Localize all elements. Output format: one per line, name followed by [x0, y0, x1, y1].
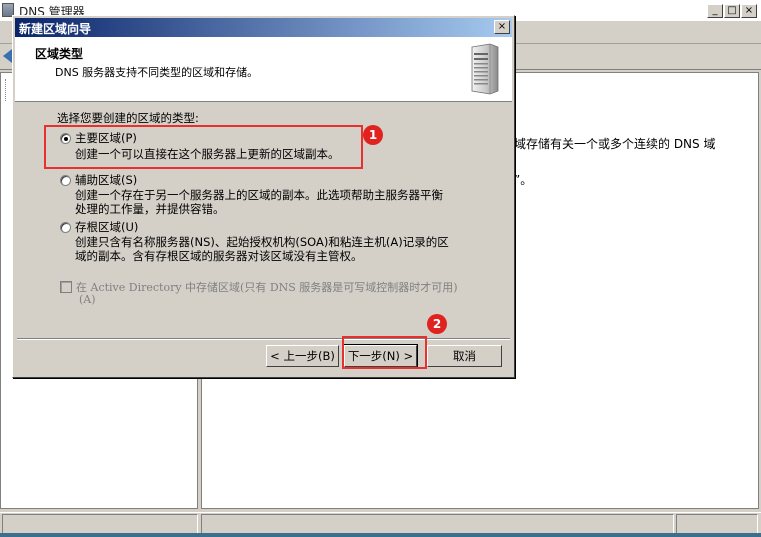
- maximize-button[interactable]: □: [724, 4, 740, 18]
- secondary-zone-radio[interactable]: [60, 175, 71, 186]
- status-segment: [201, 514, 674, 534]
- details-text-line-1: 域存储有关一个或多个连续的 DNS 域: [514, 137, 716, 151]
- back-arrow-icon[interactable]: [3, 49, 12, 63]
- page-subtitle: DNS 服务器支持不同类型的区域和存储。: [55, 66, 259, 79]
- taskbar-edge: [0, 533, 761, 537]
- primary-zone-highlight: [44, 125, 363, 169]
- dialog-titlebar: 新建区域向导 ×: [15, 18, 512, 37]
- stub-zone-description-line-2: 域的副本。含有存根区域的服务器对该区域没有主管权。: [75, 249, 363, 263]
- details-text-line-2: ”。: [514, 173, 533, 187]
- wizard-header: 区域类型 DNS 服务器支持不同类型的区域和存储。: [15, 37, 512, 102]
- step-2-badge: 2: [427, 314, 447, 334]
- cancel-button[interactable]: 取消: [427, 345, 502, 367]
- back-button[interactable]: < 上一步(B): [266, 345, 339, 367]
- status-segment: [2, 514, 198, 534]
- store-in-ad-checkbox[interactable]: [60, 281, 72, 293]
- server-icon: [471, 43, 499, 95]
- status-segment: [676, 514, 758, 534]
- stub-zone-label[interactable]: 存根区域(U): [75, 219, 138, 235]
- minimize-button[interactable]: _: [707, 4, 723, 18]
- page-title: 区域类型: [35, 47, 84, 61]
- store-in-ad-label-line-2: (A): [79, 293, 96, 306]
- secondary-zone-label[interactable]: 辅助区域(S): [75, 172, 137, 188]
- dialog-title: 新建区域向导: [19, 22, 92, 36]
- store-in-ad-label-line-1: 在 Active Directory 中存储区域(只有 DNS 服务器是可写域控…: [76, 281, 458, 294]
- zone-type-prompt: 选择您要创建的区域的类型:: [57, 111, 199, 125]
- step-1-badge: 1: [363, 125, 383, 145]
- dialog-separator: [17, 338, 510, 340]
- secondary-zone-description-line-2: 处理的工作量，并提供容错。: [75, 202, 225, 216]
- next-button-highlight: [342, 336, 427, 369]
- stub-zone-radio[interactable]: [60, 222, 71, 233]
- close-button[interactable]: ×: [741, 4, 757, 18]
- dialog-close-button[interactable]: ×: [494, 20, 510, 34]
